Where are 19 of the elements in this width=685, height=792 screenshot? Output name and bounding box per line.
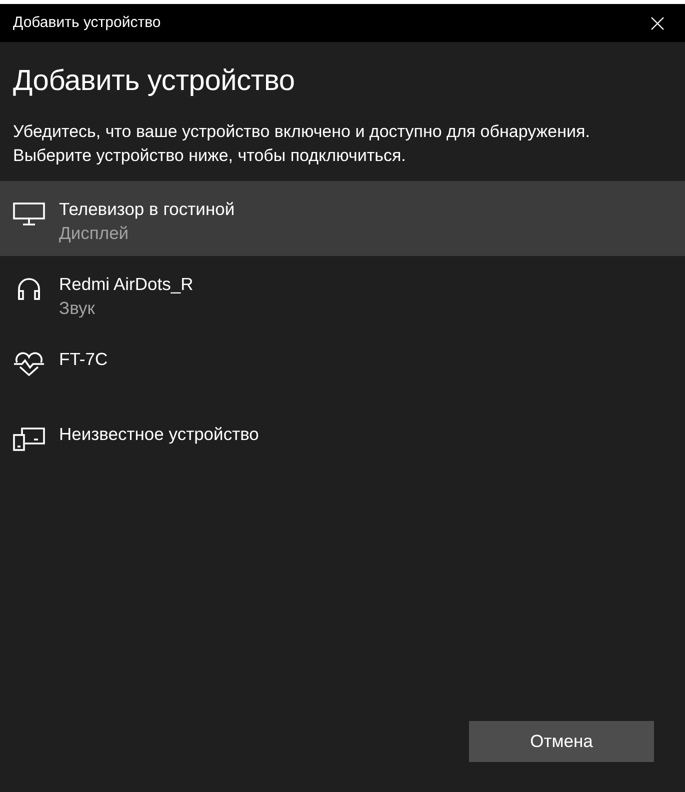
device-name: Неизвестное устройство — [59, 423, 259, 446]
device-name: FT-7C — [59, 348, 108, 371]
device-name: Redmi AirDots_R — [59, 273, 194, 296]
devices-icon — [13, 427, 45, 451]
device-item[interactable]: Неизвестное устройство — [0, 406, 685, 481]
heart-pulse-icon — [13, 352, 45, 376]
instruction-text: Выберите устройство ниже, чтобы подключиться. — [13, 145, 407, 167]
dialog-heading: Добавить устройство — [13, 64, 296, 98]
device-type: Звук — [59, 297, 95, 320]
close-icon — [650, 16, 664, 30]
device-item[interactable]: FT-7C — [0, 331, 685, 406]
cancel-button[interactable]: Отмена — [469, 721, 654, 762]
window-title: Добавить устройство — [13, 14, 161, 32]
instruction-text: Убедитесь, что ваше устройство включено и доступно для обнаружения. — [13, 121, 591, 143]
device-item[interactable]: Телевизор в гостиной Дисплей — [0, 181, 685, 256]
device-item[interactable]: Redmi AirDots_R Звук — [0, 256, 685, 331]
monitor-icon — [13, 202, 45, 226]
device-type: Дисплей — [59, 222, 129, 245]
device-name: Телевизор в гостиной — [59, 198, 235, 221]
